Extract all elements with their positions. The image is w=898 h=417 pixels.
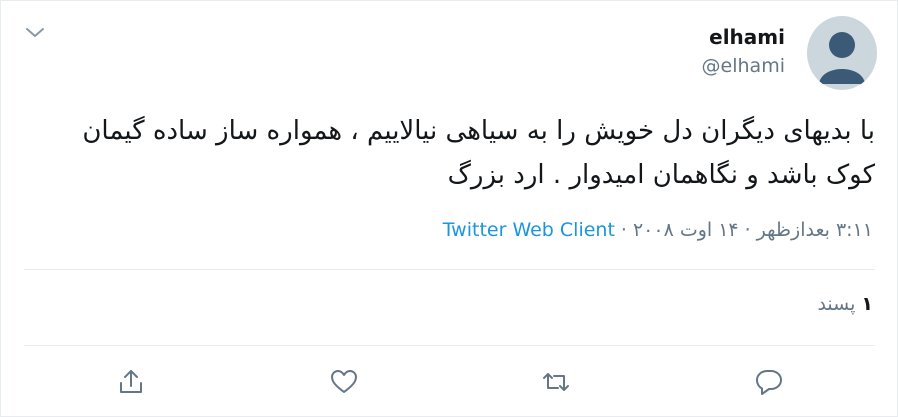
tweet-date[interactable]: ۱۴ اوت ۲۰۰۸ xyxy=(633,219,739,241)
likes-label: پسند xyxy=(817,293,856,315)
heart-icon[interactable] xyxy=(329,367,359,397)
tweet-source-link[interactable]: Twitter Web Client xyxy=(443,219,615,241)
divider xyxy=(24,345,875,346)
user-display-name[interactable]: elhami xyxy=(709,25,785,49)
user-handle[interactable]: @elhami xyxy=(702,55,785,77)
comment-icon[interactable] xyxy=(754,367,784,397)
tweet-text: با بدیهای دیگران دل خویش را به سیاهی نیا… xyxy=(82,116,875,190)
retweet-icon[interactable] xyxy=(541,367,571,397)
tweet-card: elhami @elhami با بدیهای دیگران دل خویش … xyxy=(0,0,898,417)
tweet-time[interactable]: ۳:۱۱ بعدازظهر xyxy=(757,219,873,241)
divider xyxy=(24,269,875,270)
tweet-menu-chevron-down-icon[interactable] xyxy=(23,23,47,43)
avatar[interactable] xyxy=(807,16,877,90)
likes-number: ۱ xyxy=(861,293,873,315)
likes-count[interactable]: ۱پسند xyxy=(817,293,873,315)
share-icon[interactable] xyxy=(116,367,146,397)
tweet-meta: ۳:۱۱ بعدازظهر·۱۴ اوت ۲۰۰۸·Twitter Web Cl… xyxy=(443,219,873,241)
meta-separator: · xyxy=(620,219,627,241)
meta-separator: · xyxy=(744,219,751,241)
